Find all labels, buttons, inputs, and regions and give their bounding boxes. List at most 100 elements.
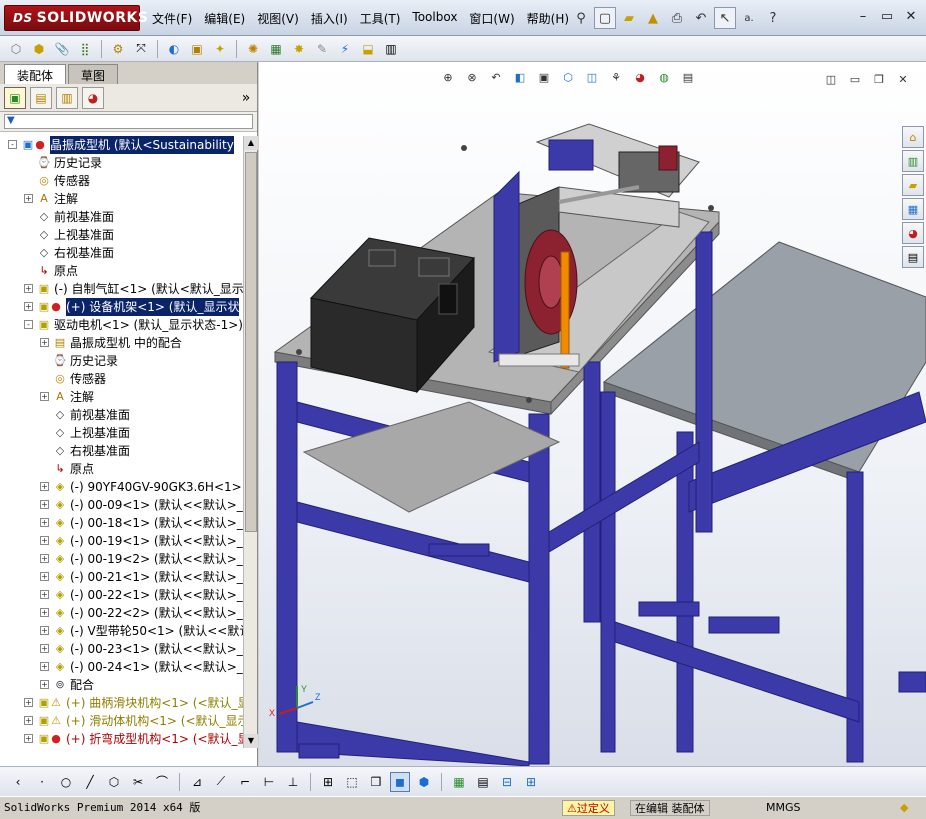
tree-item[interactable]: ◎ 传感器 [0, 172, 243, 190]
hide-show-icon[interactable]: ⚘ [607, 68, 625, 86]
tree-item[interactable]: ◇ 前视基准面 [0, 208, 243, 226]
tree-item[interactable]: ◇ 右视基准面 [0, 244, 243, 262]
menu-tools[interactable]: 工具(T) [354, 8, 407, 28]
close-icon[interactable]: ✕ [900, 6, 922, 26]
zoom-to-fit-icon[interactable]: ⊕ [439, 68, 457, 86]
view-palette-icon[interactable]: ▦ [902, 198, 924, 220]
tree-item[interactable]: ↳ 原点 [0, 262, 243, 280]
large-assembly-icon[interactable]: ▥ [381, 39, 401, 59]
insert-component-icon[interactable]: ⬢ [29, 39, 49, 59]
tile-icon[interactable]: ⊟ [497, 772, 517, 792]
line-icon[interactable]: ╱ [80, 772, 100, 792]
new-document-icon[interactable]: ▢ [594, 7, 616, 29]
mate-icon[interactable]: 📎 [52, 39, 72, 59]
expand-icon[interactable]: + [40, 662, 49, 671]
circle-icon[interactable]: ○ [56, 772, 76, 792]
tree-item[interactable]: ◎ 传感器 [0, 370, 243, 388]
new-motion-study-icon[interactable]: ✺ [243, 39, 263, 59]
move-component-icon[interactable]: ⤧ [131, 39, 151, 59]
assembly-features-icon[interactable]: ▣ [187, 39, 207, 59]
scroll-down-icon[interactable]: ▼ [244, 734, 258, 748]
display-manager-icon[interactable]: ◕ [82, 86, 104, 109]
machine-model[interactable] [259, 62, 926, 766]
trim-icon[interactable]: ✂ [128, 772, 148, 792]
menu-insert[interactable]: 插入(I) [305, 8, 354, 28]
tree-item[interactable]: + ▣ (-) 自制气缸<1> (默认<默认_显示状 [0, 280, 243, 298]
grid-icon[interactable]: ▤ [473, 772, 493, 792]
view-orientation-icon[interactable]: ⬡ [559, 68, 577, 86]
expand-icon[interactable]: + [40, 482, 49, 491]
expand-icon[interactable]: + [40, 608, 49, 617]
tab-assembly[interactable]: 装配体 [4, 64, 67, 84]
tree-item[interactable]: + ● ▣ (+) 折弯成型机构<1> (<默认_显 [0, 730, 243, 748]
expand-icon[interactable]: + [24, 698, 33, 707]
relation-icon[interactable]: ⊥ [283, 772, 303, 792]
table-icon[interactable]: ⊞ [521, 772, 541, 792]
file-explorer-icon[interactable]: ▰ [902, 174, 924, 196]
menu-file[interactable]: 文件(F) [146, 8, 198, 28]
tree-item[interactable]: + ⊚ 配合 [0, 676, 243, 694]
expand-icon[interactable]: + [40, 500, 49, 509]
graphics-area[interactable]: ⊕ ⊗ ↶ ◧ ▣ ⬡ ◫ ⚘ ◕ ◍ ▤ ◫ ▭ ❐ ✕ ⌂ ▥ ▰ ▦ ◕ … [259, 62, 926, 766]
tree-item[interactable]: + ◈ (-) 00-23<1> (默认<<默认>_显示 [0, 640, 243, 658]
solidworks-logo[interactable]: DS SOLIDWORKS [4, 5, 148, 31]
expand-icon[interactable]: + [24, 302, 33, 311]
open-folder-icon[interactable]: ▰ [618, 7, 640, 29]
expand-icon[interactable]: + [40, 572, 49, 581]
mirror-icon[interactable]: ⟋ [211, 772, 231, 792]
bill-of-materials-icon[interactable]: ▦ [266, 39, 286, 59]
edit-component-icon[interactable]: ⬡ [6, 39, 26, 59]
minimize-icon[interactable]: – [852, 6, 874, 26]
exploded-view-icon[interactable]: ✸ [289, 39, 309, 59]
expand-icon[interactable]: + [24, 284, 33, 293]
scroll-up-icon[interactable]: ▲ [244, 136, 258, 150]
tree-item[interactable]: + A 注解 [0, 388, 243, 406]
design-table-icon[interactable]: ▦ [449, 772, 469, 792]
tree-item[interactable]: + ◈ (-) V型带轮50<1> (默认<<默认>_ [0, 622, 243, 640]
property-manager-icon[interactable]: ▤ [30, 86, 52, 109]
collapse-icon[interactable]: - [8, 140, 17, 149]
tree-item[interactable]: + ◈ (-) 00-24<1> (默认<<默认>_显示 [0, 658, 243, 676]
dimension-icon[interactable]: ⊢ [259, 772, 279, 792]
menu-toolbox[interactable]: Toolbox [406, 8, 463, 28]
split-view-icon[interactable]: ◫ [822, 70, 840, 88]
close-viewport-icon[interactable]: ✕ [894, 70, 912, 88]
expand-icon[interactable]: + [40, 392, 49, 401]
tree-item[interactable]: ◇ 前视基准面 [0, 406, 243, 424]
tree-item[interactable]: + ◈ (-) 00-22<2> (默认<<默认>_显示 [0, 604, 243, 622]
expand-icon[interactable]: + [24, 194, 33, 203]
expand-icon[interactable]: + [40, 338, 49, 347]
interference-detection-icon[interactable]: ⚡ [335, 39, 355, 59]
offset-icon[interactable]: ⊿ [187, 772, 207, 792]
menu-help[interactable]: 帮助(H) [521, 8, 575, 28]
smart-fasteners-icon[interactable]: ⚙ [108, 39, 128, 59]
linear-pattern-icon[interactable]: ⣿ [75, 39, 95, 59]
expand-icon[interactable]: + [40, 536, 49, 545]
explode-line-sketch-icon[interactable]: ✎ [312, 39, 332, 59]
tree-item[interactable]: + ◈ (-) 00-09<1> (默认<<默认>_显示 [0, 496, 243, 514]
home-icon[interactable]: ⌂ [902, 126, 924, 148]
filter-input[interactable]: ▼ [4, 114, 253, 129]
tree-item[interactable]: + ◈ (-) 00-19<1> (默认<<默认>_显示 [0, 532, 243, 550]
tree-item[interactable]: ◇ 右视基准面 [0, 442, 243, 460]
tree-item[interactable]: ⌚ 历史记录 [0, 154, 243, 172]
tree-item[interactable]: + ◈ (-) 90YF40GV-90GK3.6H<1> (默认 [0, 478, 243, 496]
scroll-left-icon[interactable]: ‹ [8, 772, 28, 792]
menu-edit[interactable]: 编辑(E) [198, 8, 251, 28]
tree-item[interactable]: + ◈ (-) 00-22<1> (默认<<默认>_显示 [0, 586, 243, 604]
feature-manager-icon[interactable]: ▣ [4, 86, 26, 109]
corner-icon[interactable]: ⌐ [235, 772, 255, 792]
edit-appearance-icon[interactable]: ◕ [631, 68, 649, 86]
pin-icon[interactable]: ⚲ [570, 7, 592, 29]
polygon-icon[interactable]: ⬡ [104, 772, 124, 792]
status-over-defined[interactable]: ⚠过定义 [562, 800, 615, 816]
expand-icon[interactable]: + [40, 518, 49, 527]
reference-geometry-icon[interactable]: ✦ [210, 39, 230, 59]
tree-item[interactable]: + A 注解 [0, 190, 243, 208]
tree-item[interactable]: ◇ 上视基准面 [0, 226, 243, 244]
tree-item[interactable]: + ▤ 晶振成型机 中的配合 [0, 334, 243, 352]
question-icon[interactable]: ◆ [900, 800, 908, 816]
tab-sketch[interactable]: 草图 [68, 64, 119, 84]
print-icon[interactable]: ⎙ [666, 7, 688, 29]
custom-properties-icon[interactable]: ▤ [902, 246, 924, 268]
